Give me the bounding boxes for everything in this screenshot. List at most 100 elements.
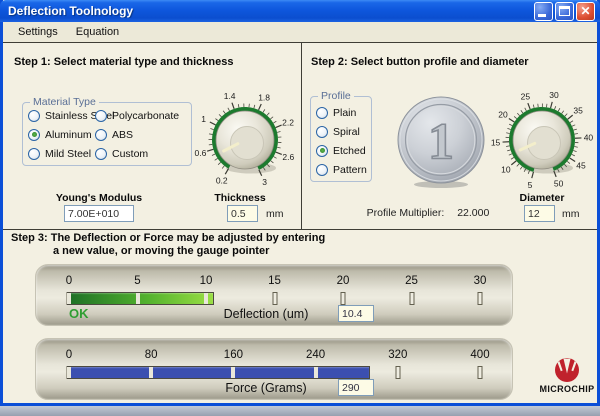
svg-text:2.6: 2.6 [282,152,294,162]
radio-abs[interactable]: ABS [95,128,179,141]
radio-etched[interactable]: Etched [316,144,367,157]
force-tick-label: 80 [145,349,158,361]
radio-label: Mild Steel [45,148,91,160]
svg-text:40: 40 [584,133,594,143]
youngs-modulus-input[interactable] [64,205,134,222]
thickness-unit: mm [266,208,284,220]
deflection-bar-notch [136,293,140,304]
thickness-input[interactable] [227,205,258,222]
svg-text:50: 50 [554,178,564,188]
radio-circle-icon[interactable] [95,129,107,141]
radio-custom[interactable]: Custom [95,147,179,160]
deflection-tick-label: 15 [268,275,281,287]
deflection-tick-label: 10 [200,275,213,287]
screen: Deflection Toolnology ✕ Settings Equatio… [0,0,600,416]
step3-header-line2: a new value, or moving the gauge pointer [53,245,269,257]
radio-label: Pattern [333,164,367,176]
background-taskbar-strip [0,406,600,416]
radio-circle-icon[interactable] [95,110,107,122]
thickness-knob[interactable]: 0.20.611.41.82.22.63 [190,85,300,195]
radio-circle-icon[interactable] [28,110,40,122]
force-value-input[interactable] [338,379,374,396]
step3-header-line1: Step 3: The Deflection or Force may be a… [11,232,325,244]
youngs-modulus-label: Young's Modulus [39,192,159,204]
profile-multiplier: Profile Multiplier: 22.000 [343,207,513,219]
deflection-tick-mark [409,292,414,305]
button-numeral: 1 [428,114,454,171]
radio-label: Etched [333,145,366,157]
deflection-bar-notch [204,293,208,304]
section-divider-vertical [301,43,302,229]
close-icon: ✕ [577,3,594,20]
deflection-tick-label: 0 [66,275,72,287]
deflection-caption: Deflection (um) [166,307,366,321]
force-tick-mark [395,366,400,379]
diameter-knob[interactable]: 5101520253035404550 [487,85,597,195]
microchip-logo: MICROCHIP [537,357,597,394]
svg-text:1: 1 [201,114,206,124]
deflection-tick-mark [272,292,277,305]
deflection-tick-mark [478,292,483,305]
svg-text:1.8: 1.8 [258,93,270,103]
radio-spiral[interactable]: Spiral [316,125,367,138]
radio-label: Spiral [333,126,360,138]
force-caption: Force (Grams) [166,381,366,395]
profile-multiplier-value: 22.000 [457,207,489,219]
main-content: Step 1: Select material type and thickne… [3,42,597,403]
force-tick-mark [478,366,483,379]
radio-pattern[interactable]: Pattern [316,163,367,176]
radio-label: Plain [333,107,356,119]
svg-text:30: 30 [549,90,559,100]
microchip-logo-text: MICROCHIP [537,384,597,394]
deflection-tick-label: 20 [337,275,350,287]
deflection-tick-label: 5 [134,275,140,287]
material-type-caption: Material Type [30,96,99,108]
deflection-status: OK [69,306,89,321]
profile-multiplier-label: Profile Multiplier: [367,207,445,219]
radio-label: Aluminum [45,129,92,141]
diameter-input[interactable] [524,205,555,222]
force-tick-label: 160 [224,349,243,361]
maximize-icon [559,6,570,16]
radio-label: Custom [112,148,148,160]
svg-text:35: 35 [573,106,583,116]
minimize-button[interactable] [534,2,553,21]
radio-circle-icon[interactable] [95,148,107,160]
menu-bar: Settings Equation [3,22,597,42]
microchip-icon [552,357,582,383]
diameter-unit: mm [562,208,580,220]
menu-item-settings[interactable]: Settings [9,24,67,40]
deflection-value-input[interactable] [338,305,374,322]
radio-label: Polycarbonate [112,110,179,122]
window-title: Deflection Toolnology [8,4,532,18]
maximize-button[interactable] [555,2,574,21]
force-tick-label: 0 [66,349,72,361]
force-bar-notch [149,367,153,378]
radio-circle-icon[interactable] [316,107,328,119]
deflection-gauge-bar[interactable] [67,292,214,305]
radio-polycarbonate[interactable]: Polycarbonate [95,109,179,122]
radio-circle-icon[interactable] [316,145,328,157]
force-gauge-bar[interactable] [67,366,370,379]
app-window: Deflection Toolnology ✕ Settings Equatio… [0,0,600,406]
radio-circle-icon[interactable] [316,126,328,138]
svg-text:20: 20 [498,110,508,120]
radio-circle-icon[interactable] [316,164,328,176]
svg-text:45: 45 [576,160,586,170]
window-title-bar[interactable]: Deflection Toolnology ✕ [0,0,600,22]
force-gauge: 080160240320400Force (Grams) [35,338,513,400]
deflection-tick-label: 30 [474,275,487,287]
close-button[interactable]: ✕ [576,2,595,21]
radio-plain[interactable]: Plain [316,106,367,119]
force-bar-notch [314,367,318,378]
svg-text:25: 25 [521,92,531,102]
force-tick-label: 240 [306,349,325,361]
menu-item-equation[interactable]: Equation [67,24,128,40]
svg-text:10: 10 [501,164,511,174]
svg-text:3: 3 [262,177,267,187]
radio-circle-icon[interactable] [28,148,40,160]
force-bar-notch [231,367,235,378]
svg-text:0.2: 0.2 [216,175,228,185]
minimize-icon [538,14,546,17]
radio-circle-icon[interactable] [28,129,40,141]
